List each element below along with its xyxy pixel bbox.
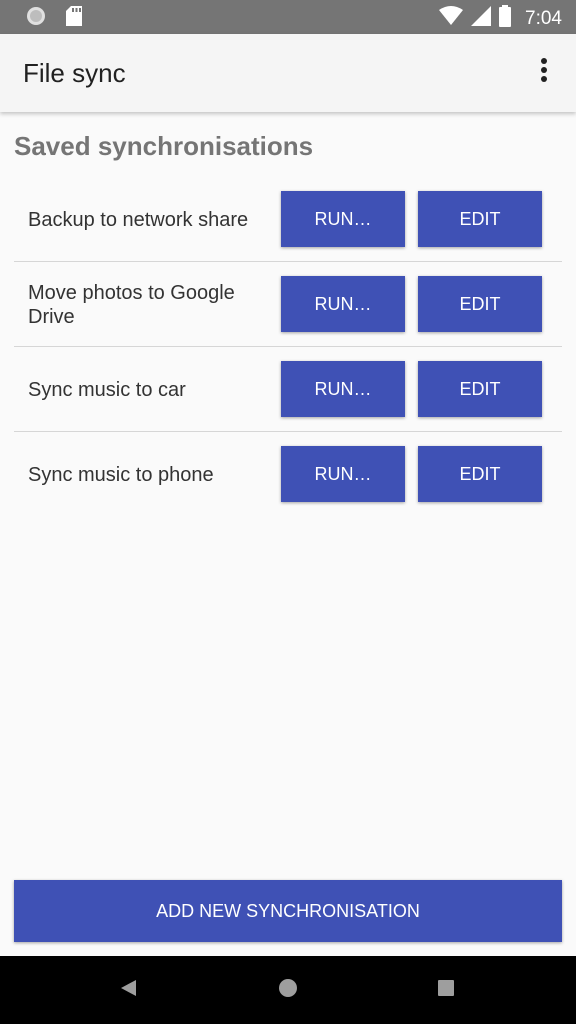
sync-name: Sync music to car [28, 378, 186, 401]
back-icon [118, 978, 138, 1003]
cell-signal-icon [471, 6, 492, 31]
sync-row: Backup to network share RUN… EDIT [14, 177, 562, 262]
section-title: Saved synchronisations [14, 131, 314, 161]
overflow-menu-icon [540, 57, 548, 88]
sync-list: Backup to network share RUN… EDIT Move p… [14, 177, 562, 517]
run-button[interactable]: RUN… [281, 361, 405, 417]
sync-name: Move photos to Google Drive [28, 281, 235, 328]
recents-button[interactable] [430, 974, 462, 1006]
sync-name: Backup to network share [28, 208, 249, 231]
sync-row: Sync music to phone RUN… EDIT [14, 432, 562, 517]
run-button[interactable]: RUN… [281, 191, 405, 247]
recents-icon [437, 979, 455, 1002]
back-button[interactable] [112, 974, 144, 1006]
edit-button[interactable]: EDIT [418, 446, 542, 502]
sync-row: Move photos to Google Drive RUN… EDIT [14, 262, 562, 347]
navigation-bar [0, 956, 576, 1024]
run-button[interactable]: RUN… [281, 446, 405, 502]
wifi-icon [439, 6, 464, 31]
sync-name: Sync music to phone [28, 463, 214, 486]
home-button[interactable] [272, 974, 304, 1006]
page-title: File sync [23, 58, 126, 88]
edit-button[interactable]: EDIT [418, 191, 542, 247]
home-icon [278, 978, 298, 1003]
sync-row: Sync music to car RUN… EDIT [14, 347, 562, 432]
status-time: 7:04 [525, 7, 562, 29]
sd-card-icon [66, 6, 82, 31]
edit-button[interactable]: EDIT [418, 276, 542, 332]
overflow-menu-button[interactable] [526, 54, 562, 90]
app-bar: File sync [0, 34, 576, 112]
status-bar: 7:04 [0, 0, 576, 34]
run-button[interactable]: RUN… [281, 276, 405, 332]
notification-dot-icon [26, 6, 46, 31]
add-new-synchronisation-button[interactable]: ADD NEW SYNCHRONISATION [14, 880, 562, 942]
edit-button[interactable]: EDIT [418, 361, 542, 417]
battery-icon [499, 5, 512, 32]
